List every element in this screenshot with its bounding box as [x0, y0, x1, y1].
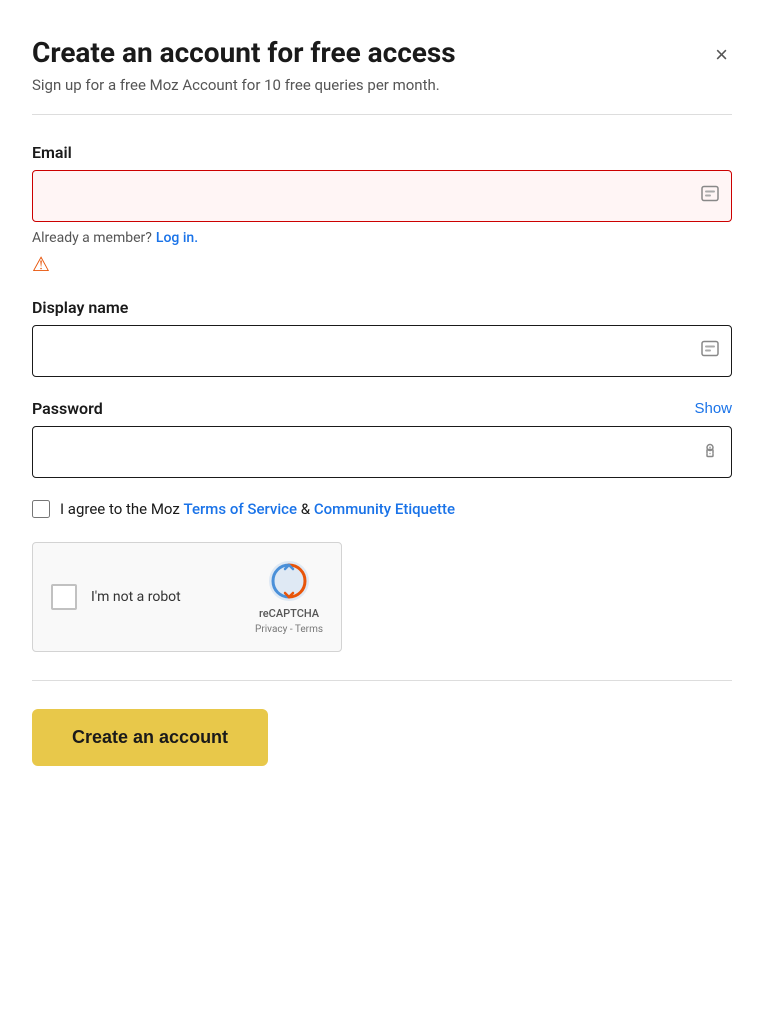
email-input[interactable]	[32, 170, 732, 222]
password-label-row: Password Show	[32, 399, 732, 418]
recaptcha-checkbox[interactable]	[51, 584, 77, 610]
create-account-button[interactable]: Create an account	[32, 709, 268, 766]
show-password-button[interactable]: Show	[694, 400, 732, 417]
recaptcha-links: Privacy - Terms	[255, 624, 323, 635]
email-group: Email Already a member? Log in. ⚠	[32, 143, 732, 276]
recaptcha-left: I'm not a robot	[51, 584, 181, 610]
already-member-row: Already a member? Log in.	[32, 230, 732, 246]
agree-checkbox[interactable]	[32, 500, 50, 518]
header-divider	[32, 114, 732, 115]
recaptcha-label: I'm not a robot	[91, 589, 181, 605]
password-input-wrapper	[32, 426, 732, 478]
recaptcha-terms-link[interactable]: Terms	[295, 624, 323, 635]
display-name-label: Display name	[32, 298, 732, 317]
tos-link[interactable]: Terms of Service	[184, 500, 298, 518]
modal-title: Create an account for free access	[32, 36, 456, 70]
display-name-group: Display name	[32, 298, 732, 377]
agree-prefix: I agree to the Moz	[60, 500, 184, 518]
close-button[interactable]: ×	[711, 40, 732, 70]
modal-subtitle: Sign up for a free Moz Account for 10 fr…	[32, 76, 732, 94]
email-warning-icon: ⚠	[32, 252, 50, 276]
footer-divider	[32, 680, 732, 681]
password-label: Password	[32, 399, 103, 418]
display-name-input-wrapper	[32, 325, 732, 377]
recaptcha-brand-text: reCAPTCHA	[259, 607, 319, 620]
password-input[interactable]	[32, 426, 732, 478]
password-group: Password Show	[32, 399, 732, 478]
modal-header: Create an account for free access ×	[32, 36, 732, 70]
recaptcha-logo-icon	[267, 559, 311, 603]
recaptcha-right: reCAPTCHA Privacy - Terms	[255, 559, 323, 635]
recaptcha-separator: -	[287, 624, 295, 635]
create-account-modal: Create an account for free access × Sign…	[0, 0, 764, 1024]
agree-text: I agree to the Moz Terms of Service & Co…	[60, 500, 455, 518]
display-name-input[interactable]	[32, 325, 732, 377]
agree-middle: &	[297, 500, 314, 518]
recaptcha-privacy-link[interactable]: Privacy	[255, 624, 287, 635]
recaptcha-widget[interactable]: I'm not a robot reCAPTCHA Privacy - Term…	[32, 542, 342, 652]
agree-row: I agree to the Moz Terms of Service & Co…	[32, 500, 732, 518]
already-member-text: Already a member?	[32, 230, 152, 246]
email-input-wrapper	[32, 170, 732, 222]
email-label: Email	[32, 143, 732, 162]
community-etiquette-link[interactable]: Community Etiquette	[314, 500, 455, 518]
login-link[interactable]: Log in.	[156, 230, 198, 246]
